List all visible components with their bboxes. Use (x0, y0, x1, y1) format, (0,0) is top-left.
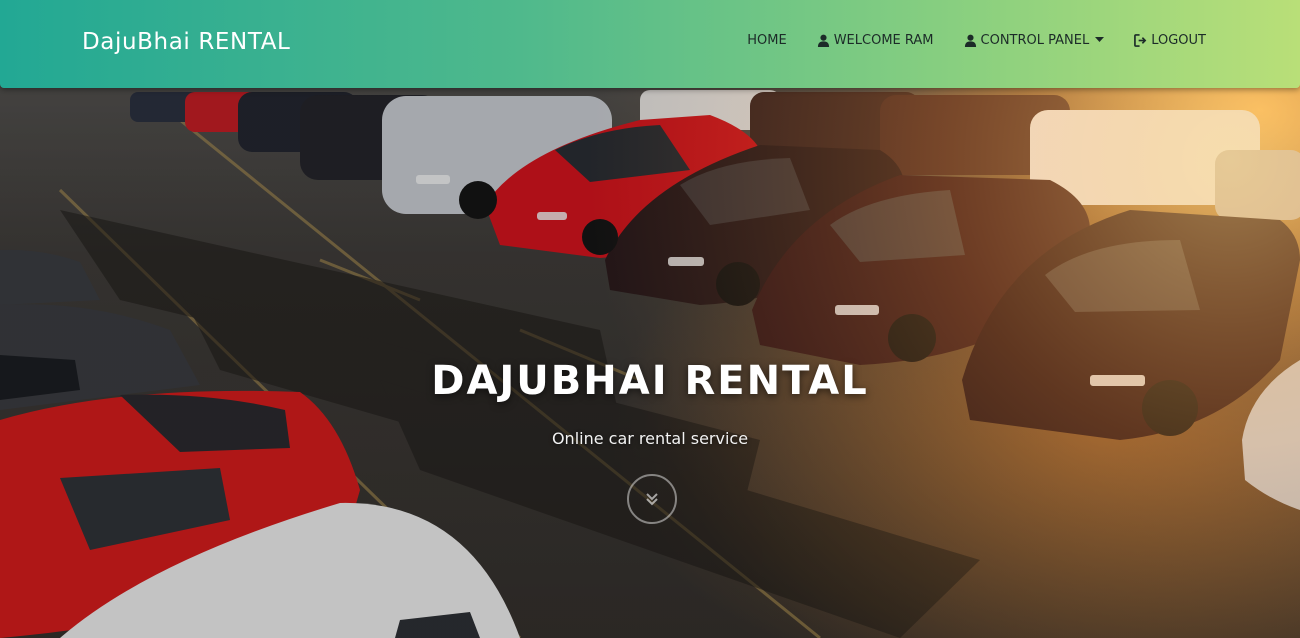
nav-logout-link[interactable]: LOGOUT (1134, 30, 1206, 50)
user-icon (964, 34, 976, 47)
nav-control-panel-dropdown[interactable]: CONTROL PANEL (964, 30, 1105, 50)
nav-control-panel-label: CONTROL PANEL (980, 32, 1090, 48)
caret-down-icon (1095, 37, 1105, 42)
scroll-down-button[interactable] (627, 474, 677, 524)
hero-title: DAJUBHAI RENTAL (431, 358, 869, 404)
hero-background-image (0, 0, 1300, 638)
nav-logout-label: LOGOUT (1151, 32, 1206, 48)
nav-welcome-label: WELCOME RAM (833, 32, 934, 48)
parked-cars-illustration (0, 0, 1300, 638)
top-navbar: DajuBhai RENTAL HOME WELCOME RAM CONTROL… (0, 0, 1300, 88)
nav-home-label: HOME (747, 32, 787, 48)
logout-icon (1134, 33, 1147, 47)
nav-welcome-link[interactable]: WELCOME RAM (817, 30, 934, 50)
hero-subtitle: Online car rental service (551, 429, 749, 448)
nav-home-link[interactable]: HOME (747, 30, 786, 50)
user-icon (817, 34, 829, 47)
main-nav: HOME WELCOME RAM CONTROL PANEL LOGOUT (747, 30, 1206, 50)
brand-logo-link[interactable]: DajuBhai RENTAL (82, 29, 290, 55)
double-chevron-down-icon (646, 493, 658, 506)
